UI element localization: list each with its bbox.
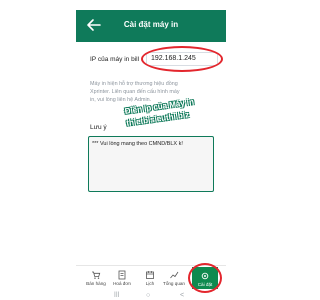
cart-icon <box>92 271 101 279</box>
nav-item-sales[interactable]: Bán hàng <box>84 266 108 290</box>
nav-label: Bán hàng <box>86 281 106 286</box>
nav-item-overview[interactable]: Tổng quan <box>162 266 186 290</box>
note-textarea[interactable]: *** Vui lòng mang theo CMND/BLX k! <box>88 136 214 192</box>
home-button[interactable]: ○ <box>146 292 150 297</box>
nav-item-calendar[interactable]: Lịch <box>138 266 162 290</box>
recents-button[interactable]: ||| <box>114 292 119 297</box>
highlight-ring-settings <box>188 263 222 293</box>
system-navigation-bar: ||| ○ < <box>76 292 226 297</box>
phone-screen: Cài đặt máy in IP của máy in bill 192.16… <box>76 10 226 297</box>
app-header: Cài đặt máy in <box>76 10 226 42</box>
nav-label: Hoá đơn <box>113 281 131 286</box>
calendar-icon <box>146 271 154 279</box>
nav-label: Tổng quan <box>163 281 185 286</box>
page-title: Cài đặt máy in <box>123 20 179 29</box>
chart-icon <box>170 271 179 279</box>
description-line: Máy in hiện hỗ trợ thương hiệu đồng <box>90 81 178 87</box>
nav-item-invoices[interactable]: Hoá đơn <box>110 266 134 290</box>
highlight-ring-ip <box>141 46 223 72</box>
receipt-icon <box>118 270 126 280</box>
nav-label: Lịch <box>145 281 155 286</box>
note-label: Lưu ý <box>90 124 107 131</box>
back-button[interactable]: < <box>180 292 184 297</box>
ip-field-label: IP của máy in bill <box>90 56 140 63</box>
